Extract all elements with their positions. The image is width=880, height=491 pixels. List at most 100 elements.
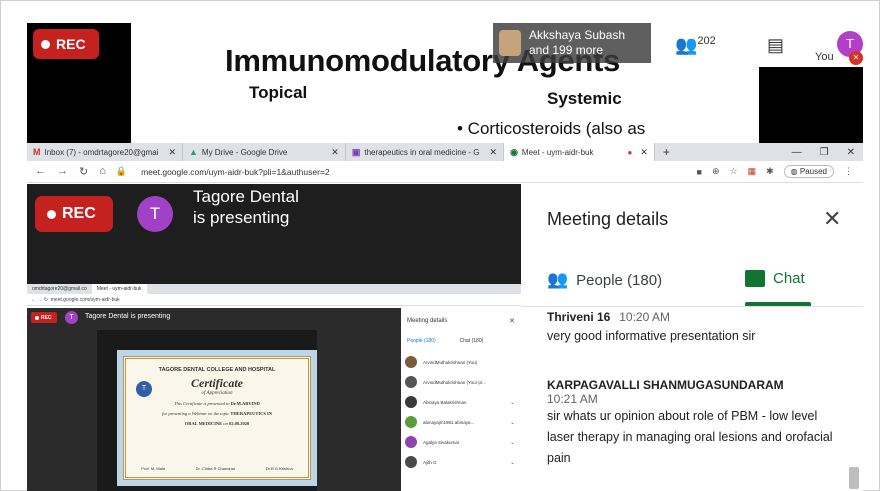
minimize-icon[interactable]: — xyxy=(792,147,802,158)
close-icon[interactable]: ✕ xyxy=(490,147,498,158)
cert-signature-3: Dr.R.G.Krishna xyxy=(265,466,293,471)
message-time: 10:20 AM xyxy=(619,310,670,324)
tab-chat-label: Chat xyxy=(773,270,805,287)
nested-presenting-text: Tagore Dental is presenting xyxy=(85,313,171,320)
chat-icon: ▤ xyxy=(767,35,785,55)
close-icon[interactable]: ✕ xyxy=(168,147,176,158)
cert-signature-2: Dr. Chitra R Chandran xyxy=(195,466,236,471)
home-icon[interactable]: ⌂ xyxy=(99,165,106,178)
chat-button[interactable]: ▤ xyxy=(767,35,784,56)
shared-slide: REC Immunomodulatory Agents Topical Syst… xyxy=(27,23,863,143)
lock-icon: 🔒 xyxy=(115,166,128,176)
cert-name: Dr.M.ARVIND xyxy=(230,401,260,406)
chat-message: KARPAGAVALLI SHANMUGASUNDARAM 10:21 AM s… xyxy=(547,378,837,469)
nested-panel-title: Meeting details xyxy=(407,318,448,324)
cert-line-2: for presenting a Webinar on the topic TH… xyxy=(162,411,272,416)
profile-paused-button[interactable]: ◍ Paused xyxy=(783,165,834,178)
participant-more: and 199 more xyxy=(529,43,604,57)
star-icon[interactable]: ☆ xyxy=(730,166,738,177)
camera-icon[interactable]: ■ xyxy=(697,167,702,177)
puzzle-icon[interactable]: ✱ xyxy=(766,166,774,177)
participant-avatar xyxy=(499,30,521,56)
screenshot-frame: REC Immunomodulatory Agents Topical Syst… xyxy=(0,0,880,491)
meeting-details-panel: Meeting details ✕ 👥 People (180) Chat Thr… xyxy=(521,184,863,491)
participant-avatar xyxy=(405,416,417,428)
menu-icon[interactable]: ⋮ xyxy=(844,166,853,177)
cert-header: TAGORE DENTAL COLLEGE AND HOSPITAL xyxy=(158,367,276,373)
chat-scrollbar[interactable] xyxy=(849,467,859,489)
tab-label: Inbox (7) - omdrtagore20@gmai xyxy=(44,147,159,157)
nested-url: meet.google.com/uym-aidr-buk xyxy=(50,296,120,303)
participant-avatar xyxy=(405,396,417,408)
message-time: 10:21 AM xyxy=(547,392,598,406)
top-controls: 👥202 ▤ You T ✕ xyxy=(651,23,863,67)
panel-divider xyxy=(521,306,863,307)
new-tab-button[interactable]: + xyxy=(655,145,678,159)
nested-nav-icons: ← → ↻ xyxy=(31,296,51,303)
rec-dot-icon xyxy=(35,315,39,320)
drive-icon: ▲ xyxy=(189,147,198,157)
close-icon: ✕ xyxy=(509,318,515,325)
participant-name: Akkshaya Subash xyxy=(529,28,626,42)
chat-icon xyxy=(745,270,765,287)
nested-tabbar: omdrtagore20@gmail.co Meet - uym-aidr-bu… xyxy=(27,284,521,294)
certificate-photo: T TAGORE DENTAL COLLEGE AND HOSPITAL Cer… xyxy=(117,350,317,486)
restore-icon[interactable]: ❐ xyxy=(820,147,829,158)
you-label: You xyxy=(815,51,834,63)
list-item: Ajith G ⌄ xyxy=(401,454,521,470)
tab-people-label: People (180) xyxy=(576,271,663,289)
cert-signature-1: Prof. M. Mala xyxy=(141,466,166,471)
tab-slides[interactable]: ▣ therapeutics in oral medicine - G ✕ xyxy=(346,143,505,161)
browser-tabbar: M Inbox (7) - omdrtagore20@gmai ✕ ▲ My Driv… xyxy=(27,143,863,161)
close-window-icon[interactable]: ✕ xyxy=(847,147,855,158)
tab-people[interactable]: 👥 People (180) xyxy=(547,270,662,290)
participant-avatar xyxy=(405,376,417,388)
forward-icon[interactable]: → xyxy=(57,165,68,178)
message-text: sir whats ur opinion about role of PBM -… xyxy=(547,409,833,465)
tab-drive[interactable]: ▲ My Drive - Google Drive ✕ xyxy=(183,143,346,161)
slide-bullet: • Corticosteroids (also as xyxy=(457,119,646,138)
nested-tab: omdrtagore20@gmail.co xyxy=(32,286,87,292)
meet-stage: REC T Tagore Dental is presenting xyxy=(27,184,521,284)
tab-inbox[interactable]: M Inbox (7) - omdrtagore20@gmai ✕ xyxy=(27,143,183,161)
cert-signatures: Prof. M. Mala Dr. Chitra R Chandran Dr.R… xyxy=(126,466,308,471)
tab-label: My Drive - Google Drive xyxy=(201,147,288,157)
nested-address-bar: ← → ↻ meet.google.com/uym-aidr-buk xyxy=(27,294,521,306)
close-icon[interactable]: ✕ xyxy=(331,147,339,158)
people-count: 202 xyxy=(697,35,716,47)
close-panel-button[interactable]: ✕ xyxy=(823,206,841,232)
chevron-down-icon: ⌄ xyxy=(509,399,515,406)
college-seal-icon: T xyxy=(136,381,152,397)
slides-icon: ▣ xyxy=(351,146,361,157)
presenting-text: Tagore Dental is presenting xyxy=(193,187,299,227)
nested-presenter-avatar: T xyxy=(65,311,78,324)
chevron-down-icon: ⌄ xyxy=(509,419,515,426)
nested-meet-stage: REC T Tagore Dental is presenting T TAGO… xyxy=(27,308,401,491)
url-field[interactable]: meet.google.com/uym-aidr-buk?pli=1&authu… xyxy=(141,167,330,177)
rec-indicator: REC xyxy=(35,196,113,232)
people-button[interactable]: 👥202 xyxy=(675,35,716,56)
tab-chat[interactable]: Chat xyxy=(745,270,805,287)
close-icon[interactable]: ✕ xyxy=(640,147,648,158)
extension-icon[interactable]: ▦ xyxy=(748,166,757,177)
back-icon[interactable]: ← xyxy=(35,165,46,178)
panel-title: Meeting details xyxy=(547,209,669,229)
slide-heading-topical: Topical xyxy=(249,83,308,102)
window-controls: — ❐ ✕ xyxy=(792,147,863,158)
certificate: T TAGORE DENTAL COLLEGE AND HOSPITAL Cer… xyxy=(123,356,311,480)
list-item: Agalya Sivakumar ⌄ xyxy=(401,434,521,450)
participant-chip[interactable]: Akkshaya Subash and 199 more xyxy=(493,23,651,63)
tab-meet[interactable]: ◉ Meet - uym-aidr-buk ● ✕ xyxy=(504,143,655,161)
tab-label: Meet - uym-aidr-buk xyxy=(521,147,594,157)
nested-chat-tab: Chat (180) xyxy=(459,338,484,344)
rec-dot-icon xyxy=(41,39,50,49)
zoom-icon[interactable]: ⊕ xyxy=(712,166,720,177)
list-item: ArvindMuthukrishnan (Your pr... xyxy=(401,374,521,390)
nested-tab-active: Meet - uym-aidr-buk xyxy=(91,284,147,294)
cert-subtitle: of Appreciation xyxy=(201,391,233,396)
list-item: abinayajm1981 abinaya... ⌄ xyxy=(401,414,521,430)
reload-icon[interactable]: ↻ xyxy=(79,165,88,178)
nested-screen-share: omdrtagore20@gmail.co Meet - uym-aidr-bu… xyxy=(27,284,521,491)
rec-label: REC xyxy=(56,36,86,52)
message-text: very good informative presentation sir xyxy=(547,329,756,343)
